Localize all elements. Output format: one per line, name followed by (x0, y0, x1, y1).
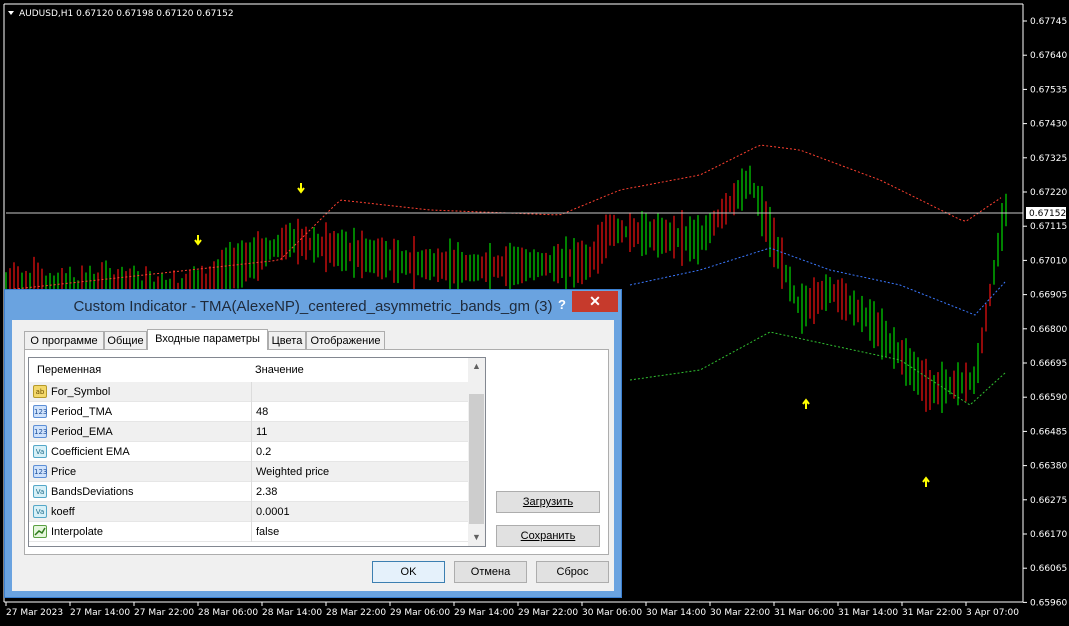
time-tick-label: 27 Mar 2023 (6, 608, 63, 618)
parameter-row[interactable]: Va koeff 0.0001 (29, 502, 468, 522)
price-tick-label: 0.66065 (1030, 564, 1067, 574)
double-type-icon: Va (33, 485, 47, 498)
help-icon[interactable]: ? (555, 296, 569, 314)
sell-arrow-icon (194, 235, 202, 246)
buy-arrow-icon (802, 398, 810, 409)
parameter-name: For_Symbol (51, 386, 111, 398)
tab-inputs[interactable]: Входные параметры (147, 329, 268, 350)
parameter-value[interactable]: 11 (251, 422, 267, 442)
parameter-name: Interpolate (51, 526, 103, 538)
parameter-value[interactable]: 0.0001 (251, 502, 290, 522)
parameter-row[interactable]: 123 Price Weighted price (29, 462, 468, 482)
time-tick-label: 27 Mar 14:00 (70, 608, 130, 618)
time-tick-label: 3 Apr 07:00 (966, 608, 1019, 618)
time-tick-label: 31 Mar 14:00 (838, 608, 898, 618)
price-tick-label: 0.67430 (1030, 120, 1067, 130)
tab-common[interactable]: Общие (104, 331, 147, 349)
vertical-scrollbar[interactable]: ▲ ▼ (468, 358, 485, 546)
parameter-row[interactable]: 123 Period_TMA 48 (29, 402, 468, 422)
cancel-button[interactable]: Отмена (454, 561, 527, 583)
price-tick-label: 0.67010 (1030, 256, 1067, 266)
custom-indicator-dialog: Custom Indicator - TMA(AlexeNP)_centered… (4, 289, 622, 598)
string-type-icon: ab (33, 385, 47, 398)
reset-button[interactable]: Сброс (536, 561, 609, 583)
time-tick-label: 27 Mar 22:00 (134, 608, 194, 618)
time-tick-label: 30 Mar 22:00 (710, 608, 770, 618)
parameter-value[interactable]: false (251, 522, 279, 542)
price-tick-label: 0.67115 (1030, 222, 1067, 232)
parameter-row[interactable]: Interpolate false (29, 522, 468, 542)
time-tick-label: 30 Mar 14:00 (646, 608, 706, 618)
double-type-icon: Va (33, 445, 47, 458)
upper-band-line (5, 144, 1002, 291)
close-button[interactable]: ✕ (572, 291, 618, 312)
parameter-row[interactable]: Va BandsDeviations 2.38 (29, 482, 468, 502)
time-tick-label: 28 Mar 22:00 (326, 608, 386, 618)
price-tick-label: 0.67325 (1030, 154, 1067, 164)
parameter-value[interactable]: Weighted price (251, 462, 329, 482)
parameter-row[interactable]: 123 Period_EMA 11 (29, 422, 468, 442)
time-tick-label: 31 Mar 22:00 (902, 608, 962, 618)
parameter-value[interactable]: 48 (251, 402, 268, 422)
parameter-value[interactable]: 0.2 (251, 442, 271, 462)
price-tick-label: 0.66905 (1030, 291, 1067, 301)
price-tick-label: 0.66590 (1030, 393, 1067, 403)
parameter-name: BandsDeviations (51, 486, 134, 498)
collapse-triangle-icon[interactable] (8, 11, 14, 15)
column-header-value[interactable]: Значение (255, 358, 455, 382)
scroll-down-icon[interactable]: ▼ (468, 529, 485, 546)
buy-arrow-icon (922, 476, 930, 487)
parameter-name: Price (51, 466, 77, 478)
time-tick-label: 29 Mar 22:00 (518, 608, 578, 618)
price-tick-label: 0.67220 (1030, 188, 1067, 198)
time-tick-label: 29 Mar 06:00 (390, 608, 450, 618)
price-tick-label: 0.66695 (1030, 359, 1067, 369)
scroll-up-icon[interactable]: ▲ (468, 358, 485, 375)
load-button[interactable]: Загрузить (496, 491, 600, 513)
double-type-icon: Va (33, 505, 47, 518)
integer-type-icon: 123 (33, 465, 47, 478)
integer-type-icon: 123 (33, 425, 47, 438)
time-tick-label: 31 Mar 06:00 (774, 608, 834, 618)
price-tick-label: 0.66485 (1030, 427, 1067, 437)
ok-button[interactable]: OK (372, 561, 445, 583)
parameter-name: koeff (51, 506, 75, 518)
price-tick-label: 0.66275 (1030, 496, 1067, 506)
price-tick-label: 0.67745 (1030, 17, 1067, 27)
lower-band-line (629, 331, 1006, 406)
tab-colors[interactable]: Цвета (268, 331, 306, 349)
column-header-variable[interactable]: Переменная (37, 358, 247, 382)
time-tick-label: 30 Mar 06:00 (582, 608, 642, 618)
time-tick-label: 29 Mar 14:00 (454, 608, 514, 618)
parameter-name: Period_EMA (51, 426, 113, 438)
price-tick-label: 0.66170 (1030, 530, 1067, 540)
symbol-info: AUDUSD,H1 0.67120 0.67198 0.67120 0.6715… (19, 9, 234, 19)
time-tick-label: 28 Mar 14:00 (262, 608, 322, 618)
dialog-title: Custom Indicator - TMA(AlexeNP)_centered… (73, 298, 553, 315)
parameter-value[interactable] (251, 382, 256, 402)
parameter-name: Coefficient EMA (51, 446, 130, 458)
price-tick-label: 0.66800 (1030, 325, 1067, 335)
scroll-thumb[interactable] (469, 394, 484, 524)
parameter-value[interactable]: 2.38 (251, 482, 277, 502)
price-tick-label: 0.66380 (1030, 462, 1067, 472)
price-tick-label: 0.67535 (1030, 85, 1067, 95)
parameter-row[interactable]: ab For_Symbol (29, 382, 468, 402)
sell-arrow-icon (297, 183, 305, 194)
price-axis: 0.67745 0.67640 0.67535 0.67430 0.67325 0.672… (1023, 17, 1067, 608)
time-axis: 27 Mar 2023 27 Mar 14:00 27 Mar 22:00 28 Ma… (5, 602, 1019, 618)
save-params-button[interactable]: Сохранить (496, 525, 600, 547)
integer-type-icon: 123 (33, 405, 47, 418)
current-price-label: 0.67152 (1029, 209, 1066, 219)
parameters-grid[interactable]: Переменная Значение ab For_Symbol 123 Perio… (28, 357, 486, 547)
price-tick-label: 0.67640 (1030, 51, 1067, 61)
boolean-type-icon (33, 525, 47, 538)
tab-about[interactable]: О программе (24, 331, 104, 349)
tab-visualization[interactable]: Отображение (306, 331, 385, 349)
price-tick-label: 0.65960 (1030, 598, 1067, 608)
dialog-body: О программе Общие Входные параметры Цвет… (12, 320, 614, 591)
parameter-name: Period_TMA (51, 406, 113, 418)
time-tick-label: 28 Mar 06:00 (198, 608, 258, 618)
parameter-row[interactable]: Va Coefficient EMA 0.2 (29, 442, 468, 462)
